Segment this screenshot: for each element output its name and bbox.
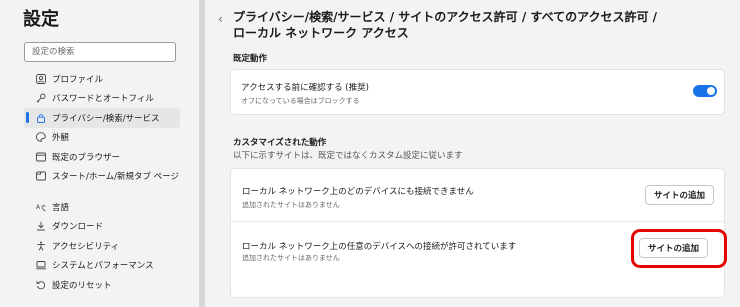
svg-text:A: A bbox=[36, 204, 41, 211]
settings-search-input[interactable] bbox=[24, 42, 176, 62]
sidebar-item-label: 外観 bbox=[52, 133, 70, 144]
download-icon bbox=[36, 221, 46, 231]
ask-before-access-desc: オフになっている場合はブロックする bbox=[241, 97, 360, 105]
allowed-devices-label: ローカル ネットワーク上の任意のデバイスへの接続が許可されています bbox=[242, 242, 517, 252]
reset-icon bbox=[36, 280, 46, 290]
sidebar-nav-primary: プロファイル パスワードとオートフィル プライバシー/検索/サービス 外観 既定… bbox=[24, 69, 180, 186]
sidebar-item-language[interactable]: A 言語 bbox=[24, 197, 180, 217]
sidebar-item-profile[interactable]: プロファイル bbox=[24, 69, 180, 89]
sidebar-item-label: プライバシー/検索/サービス bbox=[52, 113, 160, 124]
settings-title: 設定 bbox=[23, 9, 59, 30]
sidebar-item-privacy[interactable]: プライバシー/検索/サービス bbox=[24, 108, 180, 128]
sidebar-item-default-browser[interactable]: 既定のブラウザー bbox=[24, 147, 180, 167]
default-behavior-card: アクセスする前に確認する (推奨) オフになっている場合はブロックする bbox=[230, 69, 725, 115]
default-behavior-heading: 既定動作 bbox=[233, 54, 268, 64]
key-icon bbox=[36, 93, 46, 103]
add-blocked-site-button[interactable]: サイトの追加 bbox=[645, 185, 714, 205]
language-icon: A bbox=[36, 202, 46, 212]
toggle-knob bbox=[707, 87, 715, 95]
breadcrumb-path: プライバシー/検索/サービス / サイトのアクセス許可 / すべてのアクセス許可… bbox=[233, 10, 658, 24]
sidebar-nav-secondary: A 言語 ダウンロード アクセシビリティ システムとパフォーマンス 設定のリセッ… bbox=[24, 197, 180, 295]
sidebar-item-label: パスワードとオートフィル bbox=[52, 94, 154, 105]
profile-icon bbox=[36, 73, 46, 84]
palette-icon bbox=[36, 132, 46, 142]
sidebar-item-label: 言語 bbox=[52, 202, 70, 213]
sidebar-item-accessibility[interactable]: アクセシビリティ bbox=[24, 236, 180, 256]
accessibility-icon bbox=[36, 241, 46, 251]
sidebar-item-label: 既定のブラウザー bbox=[52, 152, 121, 163]
sidebar-item-appearance[interactable]: 外観 bbox=[24, 128, 180, 148]
row-divider bbox=[231, 221, 724, 222]
sidebar-item-system[interactable]: システムとパフォーマンス bbox=[24, 256, 180, 276]
sidebar-item-passwords[interactable]: パスワードとオートフィル bbox=[24, 89, 180, 109]
sidebar-item-label: システムとパフォーマンス bbox=[52, 261, 154, 272]
allowed-devices-desc: 追加されたサイトはありません bbox=[242, 254, 340, 262]
sidebar-item-label: アクセシビリティ bbox=[52, 241, 120, 252]
sidebar-item-label: スタート/ホーム/新規タブ ページ bbox=[52, 172, 180, 183]
lock-icon bbox=[36, 113, 46, 123]
sidebar-item-label: 設定のリセット bbox=[52, 280, 112, 291]
page-title: ローカル ネットワーク アクセス bbox=[233, 26, 409, 40]
back-chevron-icon[interactable]: ‹ bbox=[218, 12, 223, 26]
ask-before-access-label: アクセスする前に確認する (推奨) bbox=[241, 83, 369, 93]
sidebar-item-label: ダウンロード bbox=[52, 222, 104, 233]
blocked-devices-desc: 追加されたサイトはありません bbox=[242, 201, 340, 209]
sidebar-item-downloads[interactable]: ダウンロード bbox=[24, 217, 180, 237]
blocked-devices-label: ローカル ネットワーク上のどのデバイスにも接続できません bbox=[242, 187, 474, 197]
sidebar-item-reset[interactable]: 設定のリセット bbox=[24, 275, 180, 295]
customized-behavior-desc: 以下に示すサイトは、既定ではなくカスタム設定に従います bbox=[233, 151, 463, 161]
customized-behavior-heading: カスタマイズされた動作 bbox=[233, 138, 327, 148]
highlight-box bbox=[631, 229, 727, 268]
sidebar-item-start-home-newtab[interactable]: スタート/ホーム/新規タブ ページ bbox=[24, 167, 180, 187]
sidebar-item-label: プロファイル bbox=[52, 74, 104, 85]
home-tab-icon bbox=[36, 171, 46, 181]
ask-before-access-toggle[interactable] bbox=[693, 85, 717, 97]
system-icon bbox=[36, 260, 46, 270]
browser-icon bbox=[36, 152, 46, 162]
sidebar: 設定 プロファイル パスワードとオートフィル プライバシー/検索/サービス 外観… bbox=[0, 0, 199, 307]
breadcrumb: プライバシー/検索/サービス / サイトのアクセス許可 / すべてのアクセス許可… bbox=[233, 9, 703, 41]
